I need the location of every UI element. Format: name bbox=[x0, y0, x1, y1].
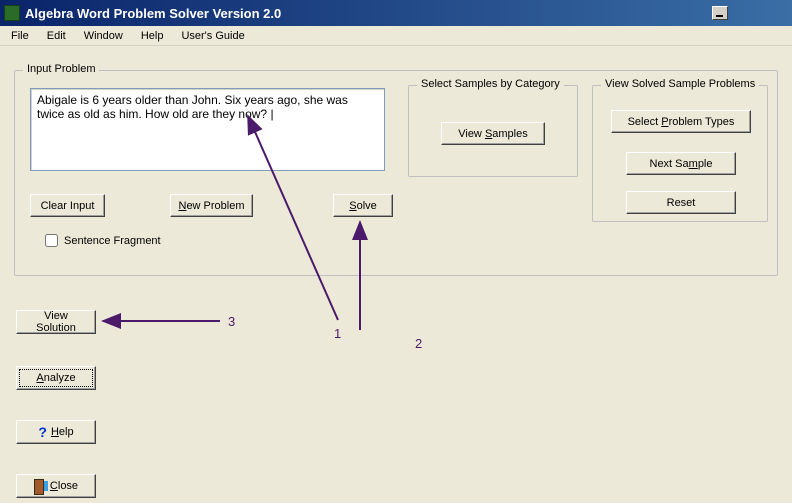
close-button[interactable]: Close bbox=[16, 474, 96, 498]
view-solution-button[interactable]: View Solution bbox=[16, 310, 96, 334]
samples-group: Select Samples by Category View Samples bbox=[408, 85, 578, 177]
menu-help[interactable]: Help bbox=[134, 28, 171, 44]
select-problem-types-label: Select Problem Types bbox=[628, 116, 735, 128]
sentence-fragment-row[interactable]: Sentence Fragment bbox=[45, 234, 161, 247]
close-label: Close bbox=[50, 480, 78, 492]
analyze-button[interactable]: Analyze bbox=[16, 366, 96, 390]
menu-edit[interactable]: Edit bbox=[40, 28, 73, 44]
title-bar: Algebra Word Problem Solver Version 2.0 bbox=[0, 0, 792, 26]
view-samples-label: View Samples bbox=[458, 128, 528, 140]
help-button[interactable]: ? Help bbox=[16, 420, 96, 444]
reset-button[interactable]: Reset bbox=[626, 191, 736, 214]
annotation-label-1: 1 bbox=[334, 326, 341, 341]
clear-input-button[interactable]: Clear Input bbox=[30, 194, 105, 217]
annotation-label-2: 2 bbox=[415, 336, 422, 351]
clear-input-label: Clear Input bbox=[41, 200, 95, 212]
view-samples-button[interactable]: View Samples bbox=[441, 122, 545, 145]
menu-users-guide[interactable]: User's Guide bbox=[174, 28, 251, 44]
window-title: Algebra Word Problem Solver Version 2.0 bbox=[25, 6, 712, 21]
help-label: Help bbox=[51, 426, 74, 438]
app-icon bbox=[4, 5, 20, 21]
samples-legend: Select Samples by Category bbox=[417, 78, 564, 90]
solve-button[interactable]: Solve bbox=[333, 194, 393, 217]
solved-problems-group: View Solved Sample Problems Select Probl… bbox=[592, 85, 768, 222]
new-problem-button[interactable]: New Problem bbox=[170, 194, 253, 217]
analyze-label: Analyze bbox=[36, 372, 75, 384]
next-sample-button[interactable]: Next Sample bbox=[626, 152, 736, 175]
reset-label: Reset bbox=[667, 197, 696, 209]
annotation-label-3: 3 bbox=[228, 314, 235, 329]
new-problem-label: New Problem bbox=[178, 200, 244, 212]
menu-file[interactable]: File bbox=[4, 28, 36, 44]
input-problem-legend: Input Problem bbox=[23, 63, 99, 75]
minimize-button[interactable] bbox=[712, 6, 728, 20]
solved-problems-legend: View Solved Sample Problems bbox=[601, 78, 759, 90]
sentence-fragment-checkbox[interactable] bbox=[45, 234, 58, 247]
sentence-fragment-label: Sentence Fragment bbox=[64, 235, 161, 247]
menu-bar: File Edit Window Help User's Guide bbox=[0, 26, 792, 46]
menu-window[interactable]: Window bbox=[77, 28, 130, 44]
problem-textarea[interactable] bbox=[30, 88, 385, 171]
door-exit-icon bbox=[34, 479, 46, 493]
minimize-icon bbox=[715, 8, 725, 18]
select-problem-types-button[interactable]: Select Problem Types bbox=[611, 110, 751, 133]
question-mark-icon: ? bbox=[38, 424, 47, 440]
view-solution-label: View Solution bbox=[23, 310, 89, 334]
next-sample-label: Next Sample bbox=[650, 158, 713, 170]
solve-label: Solve bbox=[349, 200, 377, 212]
